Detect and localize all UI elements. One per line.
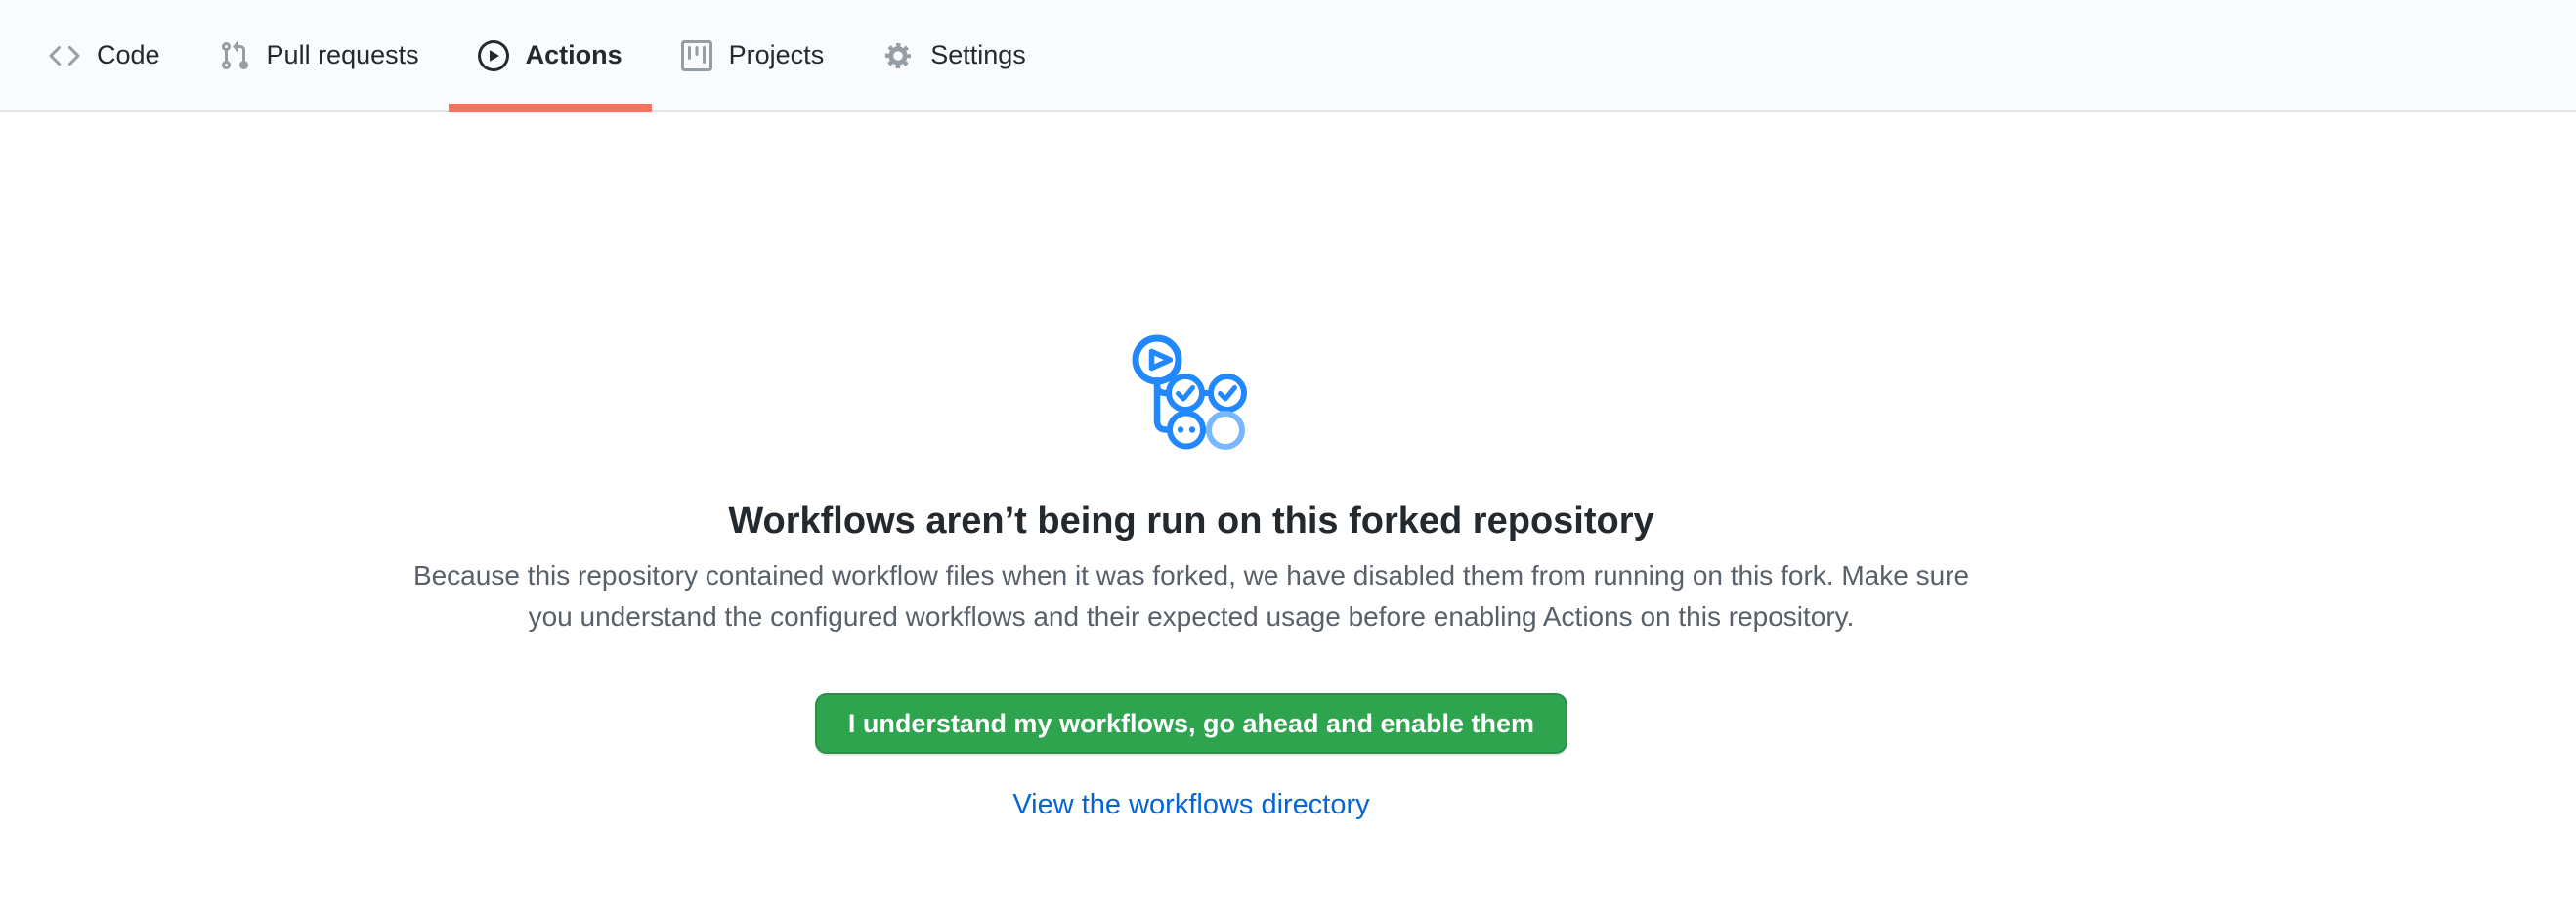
repo-tab-nav: Code Pull requests Actions Projects bbox=[0, 0, 2576, 112]
empty-state-heading: Workflows aren’t being run on this forke… bbox=[728, 499, 1653, 546]
actions-disabled-empty-state: Workflows aren’t being run on this forke… bbox=[0, 112, 2383, 821]
empty-state-description: Because this repository contained workfl… bbox=[400, 555, 1983, 637]
tab-pull-requests-label: Pull requests bbox=[267, 42, 419, 68]
tab-code-label: Code bbox=[97, 42, 160, 68]
tab-actions-label: Actions bbox=[526, 42, 623, 68]
workflow-graph-icon bbox=[1130, 329, 1253, 452]
play-icon bbox=[478, 40, 509, 71]
tab-settings[interactable]: Settings bbox=[853, 0, 1055, 110]
view-workflows-directory-link[interactable]: View the workflows directory bbox=[1012, 789, 1369, 821]
tab-settings-label: Settings bbox=[930, 42, 1026, 68]
actions-page: Code Pull requests Actions Projects bbox=[0, 0, 2576, 923]
gear-icon bbox=[882, 40, 914, 71]
tab-projects-label: Projects bbox=[729, 42, 825, 68]
tab-pull-requests[interactable]: Pull requests bbox=[190, 0, 449, 110]
project-icon bbox=[681, 40, 712, 71]
git-pull-request-icon bbox=[219, 40, 250, 71]
enable-workflows-button[interactable]: I understand my workflows, go ahead and … bbox=[815, 693, 1567, 754]
tab-code[interactable]: Code bbox=[20, 0, 190, 110]
tab-projects[interactable]: Projects bbox=[652, 0, 854, 110]
tab-actions[interactable]: Actions bbox=[449, 0, 652, 110]
code-icon bbox=[49, 40, 80, 71]
